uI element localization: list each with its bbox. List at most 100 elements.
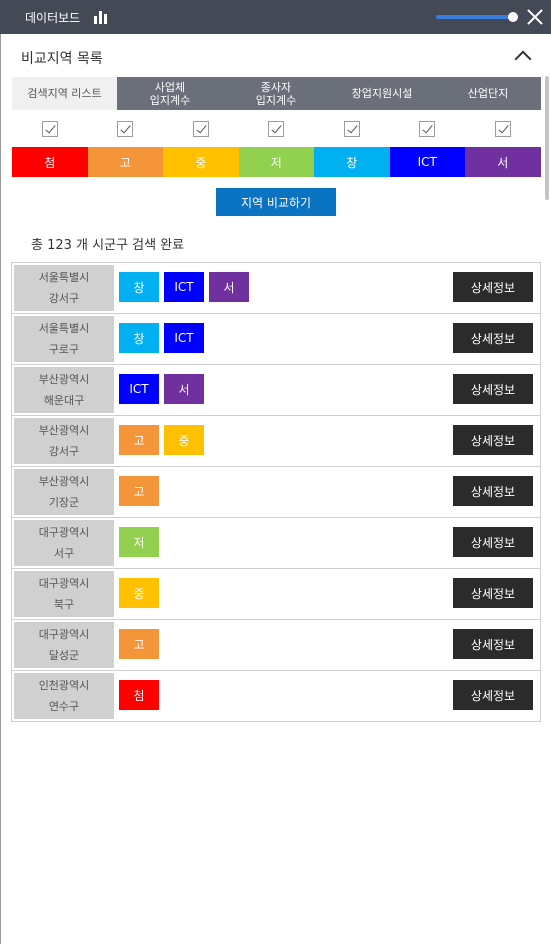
- region-tags: 고: [119, 629, 159, 659]
- region-name: 대구광역시 서구: [14, 520, 114, 566]
- region-name: 부산광역시 해운대구: [14, 367, 114, 413]
- region-city: 인천광역시: [38, 679, 90, 692]
- industry-tag: 첨: [119, 680, 159, 710]
- region-district: 북구: [53, 598, 75, 611]
- region-name: 서울특별시강서구: [14, 265, 114, 311]
- check-cell: [88, 118, 164, 140]
- region-tags: 창 ICT 서: [119, 272, 249, 302]
- industry-tag: 서: [164, 374, 204, 404]
- tab-search-list[interactable]: 검색지역 리스트: [12, 77, 117, 110]
- region-row: 서울특별시구로구 창 ICT 상세정보: [12, 314, 540, 365]
- detail-button[interactable]: 상세정보: [453, 629, 533, 659]
- compare-regions-button[interactable]: 지역 비교하기: [216, 188, 336, 216]
- region-city: 서울특별시: [38, 271, 90, 284]
- detail-button[interactable]: 상세정보: [453, 425, 533, 455]
- region-tags: 창 ICT: [119, 323, 204, 353]
- region-row: 대구광역시 달성군 고 상세정보: [12, 620, 540, 671]
- category-badge: 창: [314, 147, 390, 177]
- category-badge: 저: [238, 147, 314, 177]
- region-row: 대구광역시 서구 저 상세정보: [12, 518, 540, 569]
- industry-tag: ICT: [164, 272, 204, 302]
- region-district: 달성군: [48, 649, 80, 662]
- industry-tag: 서: [209, 272, 249, 302]
- region-district: 구로구: [48, 343, 80, 356]
- category-checkbox-0[interactable]: [41, 121, 58, 137]
- check-cell: [314, 118, 390, 140]
- opacity-slider[interactable]: [436, 11, 518, 23]
- detail-button[interactable]: 상세정보: [453, 374, 533, 404]
- category-legend: 첨 고 중 저 창 ICT 서: [12, 147, 541, 177]
- region-name: 부산광역시 강서구: [14, 418, 114, 464]
- category-checkboxes: [12, 118, 541, 140]
- region-district: 강서구: [48, 292, 80, 305]
- tab-business-lq[interactable]: 사업체 입지계수: [117, 77, 223, 110]
- tab-industrial-complex[interactable]: 산업단지: [435, 77, 541, 110]
- slider-handle[interactable]: [508, 12, 518, 22]
- region-list: 서울특별시 강서구 창 ICT 서 상세정보 서울특별시 구로구 창 ICT 상세정보 부산광역시 해운…: [11, 262, 541, 722]
- category-badge: ICT: [389, 147, 465, 177]
- category-badge: 고: [87, 147, 163, 177]
- check-cell: [12, 118, 88, 140]
- category-badge: 중: [163, 147, 239, 177]
- search-summary: 총 123 개 시군구 검색 완료: [31, 238, 185, 253]
- industry-tag: 고: [119, 425, 159, 455]
- category-checkbox-5[interactable]: [419, 121, 436, 137]
- category-checkbox-4[interactable]: [343, 121, 360, 137]
- tab-bar: 검색지역 리스트 사업체 입지계수 종사자 입지계수 창업지원시설 산업단지: [12, 77, 541, 110]
- check-cell: [239, 118, 315, 140]
- industry-tag: 고: [119, 629, 159, 659]
- bar-chart-icon[interactable]: [94, 10, 108, 24]
- region-tags: ICT 서: [119, 374, 204, 404]
- panel-border: [0, 34, 1, 944]
- scrollbar[interactable]: [545, 76, 549, 200]
- panel-title: 비교지역 목록: [21, 51, 103, 67]
- category-badge: 서: [465, 147, 541, 177]
- region-row: 서울특별시 강서구 창 ICT 서 상세정보: [12, 263, 540, 314]
- region-district: 강서구: [48, 445, 80, 458]
- region-tags: 중: [119, 578, 159, 608]
- check-cell: [163, 118, 239, 140]
- app-title: 데이터보드: [25, 11, 81, 25]
- region-city: 서울특별시: [38, 322, 90, 335]
- region-city: 대구광역시: [38, 577, 90, 590]
- detail-button[interactable]: 상세정보: [453, 680, 533, 710]
- category-checkbox-1[interactable]: [117, 121, 134, 137]
- detail-button[interactable]: 상세정보: [453, 323, 533, 353]
- region-row: 인천광역시 연수구 첨 상세정보: [12, 671, 540, 722]
- check-cell: [465, 118, 541, 140]
- industry-tag: ICT: [164, 323, 204, 353]
- category-checkbox-3[interactable]: [268, 121, 285, 137]
- industry-tag: ICT: [119, 374, 159, 404]
- region-row: 부산광역시 강서구 고 중 상세정보: [12, 416, 540, 467]
- region-name: 대구광역시북구: [14, 571, 114, 617]
- region-tags: 고중: [119, 425, 204, 455]
- region-name: 대구광역시달성군: [14, 622, 114, 668]
- region-city: 대구광역시: [38, 628, 90, 641]
- industry-tag: 중: [164, 425, 204, 455]
- industry-tag: 저: [119, 527, 159, 557]
- category-checkbox-2[interactable]: [192, 121, 209, 137]
- slider-track: [436, 15, 516, 19]
- region-city: 부산광역시: [38, 475, 90, 488]
- region-tags: 고: [119, 476, 159, 506]
- region-tags: 첨: [119, 680, 159, 710]
- chevron-up-icon[interactable]: [514, 50, 532, 68]
- detail-button[interactable]: 상세정보: [453, 578, 533, 608]
- close-icon[interactable]: [526, 8, 544, 26]
- region-district: 기장군: [48, 496, 80, 509]
- region-district: 서구: [53, 547, 75, 560]
- industry-tag: 창: [119, 323, 159, 353]
- industry-tag: 고: [119, 476, 159, 506]
- top-bar: 데이터보드: [0, 0, 551, 34]
- detail-button[interactable]: 상세정보: [453, 476, 533, 506]
- region-row: 부산광역시기장군 고 상세정보: [12, 467, 540, 518]
- region-district: 연수구: [48, 700, 80, 713]
- tab-startup-support[interactable]: 창업지원시설: [329, 77, 435, 110]
- detail-button[interactable]: 상세정보: [453, 272, 533, 302]
- detail-button[interactable]: 상세정보: [453, 527, 533, 557]
- category-checkbox-6[interactable]: [494, 121, 511, 137]
- region-city: 부산광역시: [38, 373, 90, 386]
- industry-tag: 창: [119, 272, 159, 302]
- tab-employee-lq[interactable]: 종사자 입지계수: [223, 77, 329, 110]
- region-name: 인천광역시연수구: [14, 673, 114, 719]
